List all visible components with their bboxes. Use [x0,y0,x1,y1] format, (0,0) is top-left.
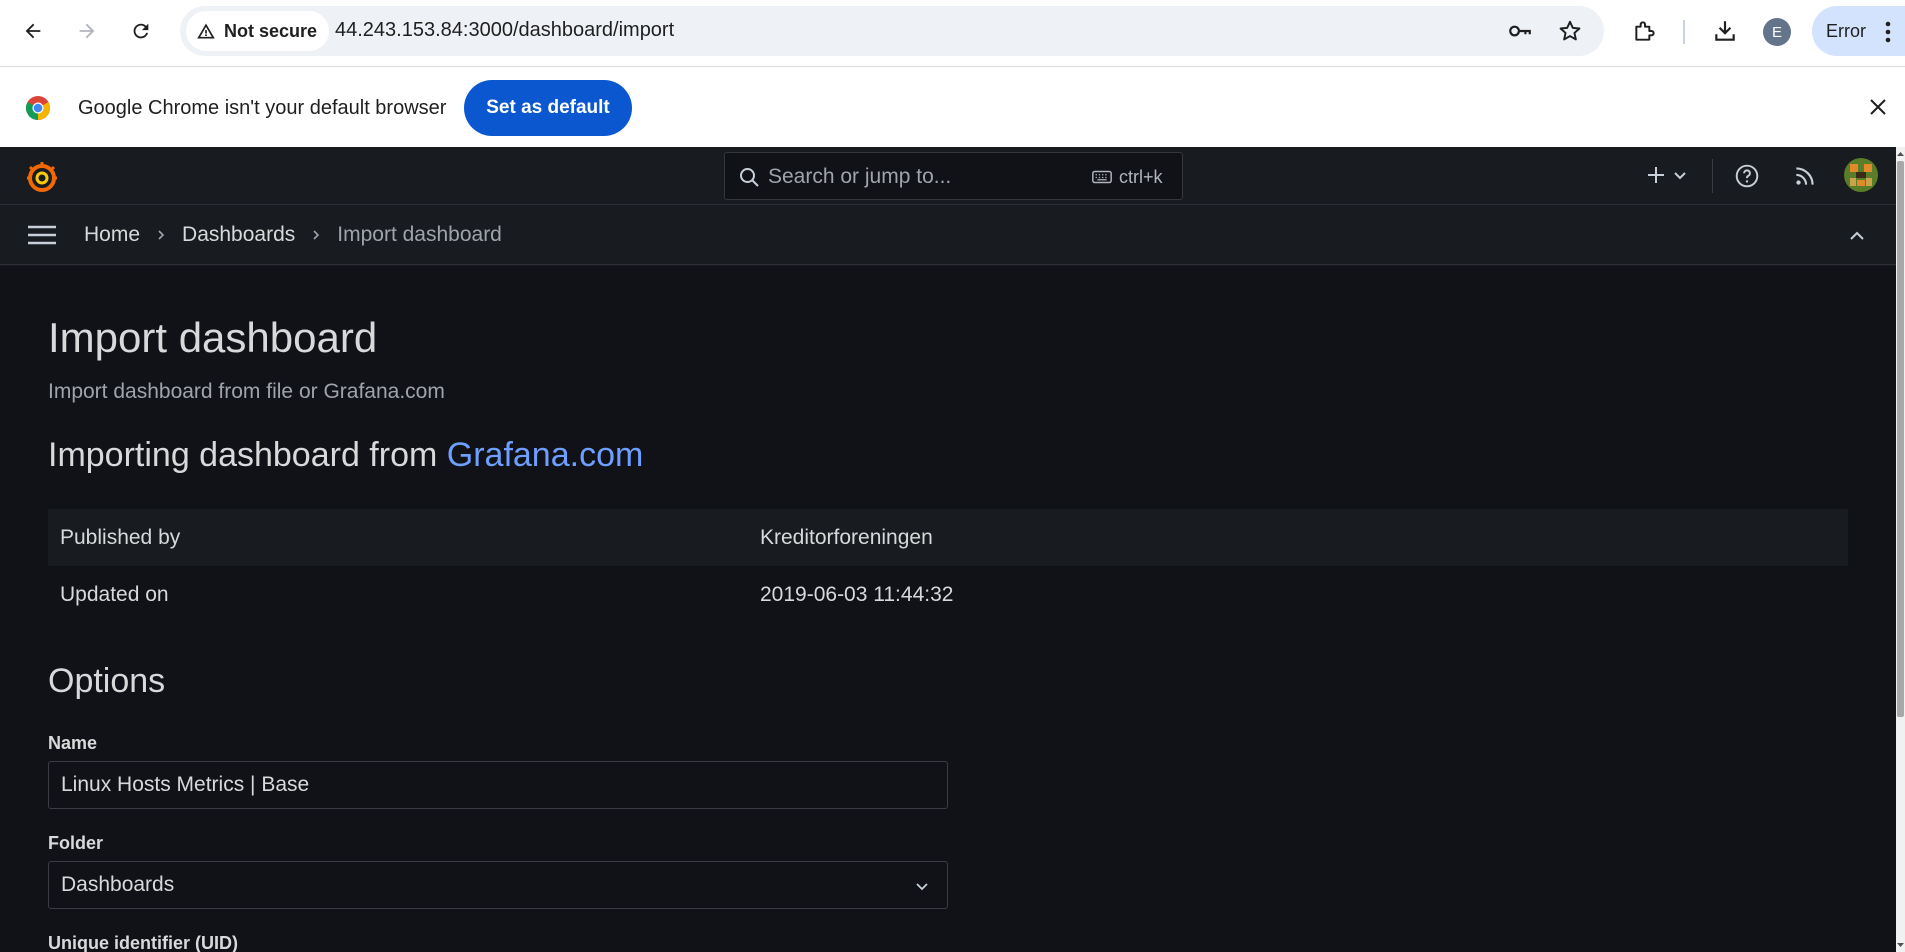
security-chip[interactable]: Not secure [186,11,330,51]
chevron-down-icon [916,883,928,891]
table-row: Published by Kreditorforeningen [48,509,1848,566]
search-bar[interactable]: Search or jump to... ctrl+k [724,152,1183,200]
user-avatar[interactable] [1844,158,1878,192]
chevron-right-icon [158,230,165,240]
default-browser-infobar: Google Chrome isn't your default browser… [0,66,1905,147]
help-icon[interactable] [1734,163,1760,189]
main-content: Import dashboard Import dashboard from f… [0,266,1896,952]
extensions-button[interactable] [1629,15,1661,47]
search-icon [740,168,759,187]
scroll-up-arrow-icon[interactable] [1896,149,1905,159]
search-placeholder: Search or jump to... [768,165,952,188]
grafana-com-link[interactable]: Grafana.com [447,436,644,474]
url-text[interactable]: 44.243.153.84:3000/dashboard/import [335,19,674,42]
browser-toolbar: Not secure 44.243.153.84:3000/dashboard/… [0,0,1905,66]
chrome-logo-icon [25,96,51,120]
uid-label: Unique identifier (UID) [48,933,238,952]
infobar-message: Google Chrome isn't your default browser [78,97,447,119]
toolbar-divider [1683,20,1685,44]
shortcut-text: ctrl+k [1119,166,1163,187]
shortcut-hint: ctrl+k [1091,166,1163,188]
chevron-up-icon[interactable] [1846,225,1868,247]
forward-button[interactable] [69,13,105,49]
topbar-divider [1712,159,1713,193]
keyboard-icon [1092,170,1112,184]
info-key: Published by [60,525,181,549]
close-icon[interactable] [1866,95,1890,119]
import-heading-prefix: Importing dashboard from [48,436,447,474]
set-as-default-button[interactable]: Set as default [464,80,632,136]
dashboard-name-input[interactable] [48,761,948,809]
error-chip[interactable]: Error [1812,6,1905,56]
page-scrollbar[interactable] [1896,147,1905,952]
warning-icon [197,23,215,39]
folder-select[interactable]: Dashboards [48,861,948,909]
news-feed-icon[interactable] [1792,163,1818,189]
info-value: 2019-06-03 11:44:32 [760,582,954,606]
info-value: Kreditorforeningen [760,525,933,549]
arrow-left-icon [25,23,41,39]
page-title: Import dashboard [48,314,378,361]
new-menu-button[interactable] [1644,163,1688,187]
security-label: Not secure [224,20,318,41]
plus-icon [1648,167,1664,183]
chevron-down-icon [1674,172,1686,180]
info-key: Updated on [60,582,169,606]
star-icon[interactable] [1557,18,1583,44]
arrow-right-icon [79,23,95,39]
menu-icon[interactable] [26,224,58,246]
dashboard-info-table: Published by Kreditorforeningen Updated … [48,509,1848,623]
options-heading: Options [48,662,166,700]
reload-icon [133,23,149,39]
chevron-right-icon [313,230,320,240]
name-label: Name [48,733,98,753]
puzzle-icon [1635,21,1655,41]
folder-select-value: Dashboards [61,873,175,896]
page-subtitle: Import dashboard from file or Grafana.co… [48,380,445,403]
breadcrumb-dashboards[interactable]: Dashboards [182,223,295,247]
reload-button[interactable] [123,13,159,49]
downloads-button[interactable] [1709,15,1741,47]
grafana-topbar: Search or jump to... ctrl+k [0,147,1896,205]
breadcrumb-home[interactable]: Home [84,223,140,247]
address-bar[interactable]: Not secure 44.243.153.84:3000/dashboard/… [180,6,1604,56]
folder-label: Folder [48,833,104,853]
profile-avatar[interactable]: E [1763,18,1791,46]
kebab-menu-icon[interactable] [1885,21,1891,43]
grafana-logo-icon[interactable] [24,159,60,195]
table-row: Updated on 2019-06-03 11:44:32 [48,566,1848,623]
breadcrumb-bar: Home Dashboards Import dashboard [0,205,1896,265]
breadcrumb: Home Dashboards Import dashboard [84,223,502,247]
breadcrumb-import-dashboard: Import dashboard [337,223,502,246]
scrollbar-thumb[interactable] [1897,161,1904,717]
back-button[interactable] [15,13,51,49]
import-source-heading: Importing dashboard from Grafana.com [48,436,643,475]
key-icon[interactable] [1507,18,1533,44]
error-label: Error [1826,21,1866,41]
download-icon [1715,21,1735,41]
scroll-down-arrow-icon[interactable] [1896,940,1905,950]
